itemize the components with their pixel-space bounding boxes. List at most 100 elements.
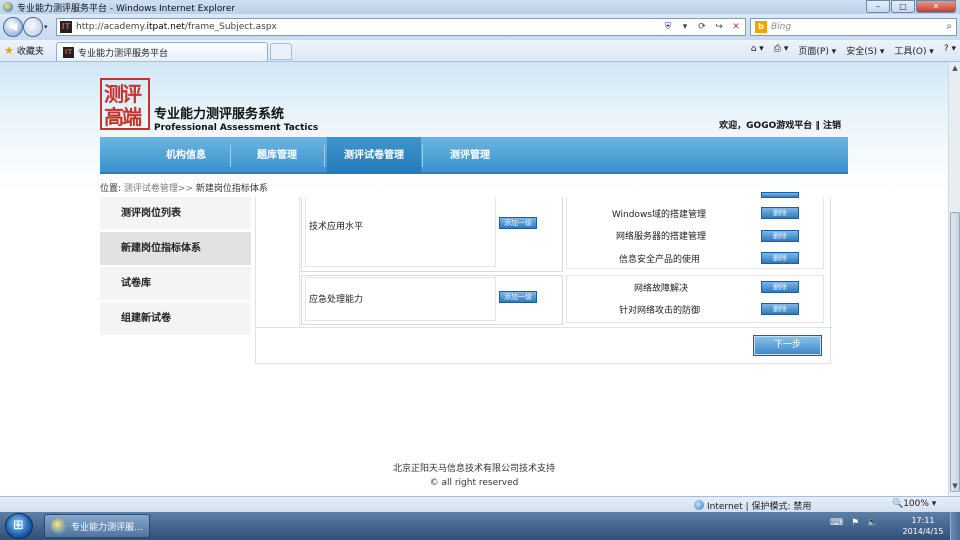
stop-icon[interactable]: ✕ xyxy=(729,20,743,34)
scroll-down-icon[interactable]: ▼ xyxy=(950,482,960,494)
favorites-button[interactable]: ★ 收藏夹 xyxy=(4,44,44,57)
ability-name: 技术应用水平 xyxy=(309,222,364,232)
system-tray: ⌨ ⚑ 🔈 xyxy=(830,518,886,528)
keyboard-icon[interactable]: ⌨ xyxy=(830,518,843,528)
start-button[interactable] xyxy=(5,513,33,539)
help-icon[interactable]: ? ▾ xyxy=(944,44,956,57)
subitem-label: 网络服务器的搭建管理 xyxy=(615,232,706,242)
subitem-label: 网络故障解决 xyxy=(633,284,688,294)
tab-title: 专业能力测评服务平台 xyxy=(78,48,169,59)
search-placeholder[interactable]: Bing xyxy=(771,22,791,32)
window-title: 专业能力测评服务平台 - Windows Internet Explorer xyxy=(17,3,236,14)
site-favicon-icon: IT xyxy=(60,21,72,33)
star-icon: ★ xyxy=(4,44,14,57)
status-bar: Internet | 保护模式: 禁用 🔍100% ▾ xyxy=(0,496,960,512)
subitem-label: Windows域的搭建管理 xyxy=(611,210,706,220)
address-dropdown-icon[interactable]: ▾ xyxy=(678,20,692,34)
nav-paper-management[interactable]: 测评试卷管理 xyxy=(327,137,421,174)
globe-icon xyxy=(694,500,704,510)
nav-question-bank[interactable]: 题库管理 xyxy=(232,137,322,174)
clock-time: 17:11 xyxy=(911,516,935,525)
window-controls: – □ ✕ xyxy=(865,0,956,13)
delete-button[interactable]: 删除 xyxy=(761,230,799,242)
compat-view-icon[interactable]: ⛨ xyxy=(661,20,675,34)
sidebar-item-paper-library[interactable]: 试卷库 xyxy=(100,267,251,301)
print-icon[interactable]: ⎙ ▾ xyxy=(774,44,789,57)
web-page: 测评 高端 专业能力测评服务系统 Professional Assessment… xyxy=(0,62,948,496)
close-button[interactable]: ✕ xyxy=(916,0,956,13)
delete-button[interactable] xyxy=(761,192,799,198)
flag-icon[interactable]: ⚑ xyxy=(851,518,859,528)
scroll-up-icon[interactable]: ▲ xyxy=(950,64,960,76)
command-menu: ⌂ ▾ ⎙ ▾ 页面(P) ▾ 安全(S) ▾ 工具(O) ▾ ? ▾ xyxy=(741,44,956,57)
footer-company: 北京正阳天马信息技术有限公司技术支持 xyxy=(392,464,555,474)
page-footer: 北京正阳天马信息技术有限公司技术支持 © all right reserved xyxy=(0,462,948,490)
nav-assessment-management[interactable]: 测评管理 xyxy=(424,137,516,174)
search-box[interactable]: b Bing ⌕ xyxy=(750,18,957,36)
zoom-level[interactable]: 🔍100% ▾ xyxy=(892,499,936,509)
minimize-button[interactable]: – xyxy=(866,0,890,13)
menu-safety[interactable]: 安全(S) ▾ xyxy=(846,44,884,57)
volume-icon[interactable]: 🔈 xyxy=(867,518,878,528)
site-name-en: Professional Assessment Tactics xyxy=(154,123,319,133)
url-text[interactable]: http://academy.itpat.net/frame_Subject.a… xyxy=(76,22,277,32)
add-level-button[interactable]: 添加一级 xyxy=(499,217,537,229)
sidebar-item-position-list[interactable]: 测评岗位列表 xyxy=(100,197,251,231)
back-button[interactable]: ◀ xyxy=(3,17,23,37)
form-left-column xyxy=(256,197,300,327)
delete-button[interactable]: 删除 xyxy=(761,303,799,315)
welcome-text[interactable]: 欢迎，GOGO游戏平台 ‖ 注销 xyxy=(719,118,841,131)
new-tab-button[interactable] xyxy=(270,43,292,60)
breadcrumb-prefix: 位置: xyxy=(100,184,124,194)
browser-tab[interactable]: IT 专业能力测评服务平台 xyxy=(56,42,268,61)
ability-name-box xyxy=(305,197,496,267)
command-bar: ★ 收藏夹 IT 专业能力测评服务平台 ⌂ ▾ ⎙ ▾ 页面(P) ▾ 安全(S… xyxy=(0,40,960,62)
site-title: 专业能力测评服务系统 Professional Assessment Tacti… xyxy=(154,103,318,133)
breadcrumb: 位置: 测评试卷管理>> 新建岗位指标体系 xyxy=(100,181,268,194)
scroll-thumb[interactable] xyxy=(950,212,960,492)
sidebar-item-new-index-system[interactable]: 新建岗位指标体系 xyxy=(100,232,251,266)
go-icon[interactable]: ↪ xyxy=(712,20,726,34)
breadcrumb-current: 新建岗位指标体系 xyxy=(193,184,268,194)
next-step-button[interactable]: 下一步 xyxy=(753,335,822,356)
nav-org-info[interactable]: 机构信息 xyxy=(142,137,230,174)
vertical-scrollbar[interactable]: ▲ ▼ xyxy=(948,62,960,496)
svg-text:测评: 测评 xyxy=(104,82,142,106)
show-desktop-button[interactable] xyxy=(950,512,960,540)
ie-icon xyxy=(51,518,67,534)
address-bar[interactable]: IT http://academy.itpat.net/frame_Subjec… xyxy=(56,18,746,36)
address-toolbar: ◀ ▶ ▾ IT http://academy.itpat.net/frame_… xyxy=(0,14,960,40)
security-zone[interactable]: Internet | 保护模式: 禁用 xyxy=(694,499,811,512)
add-level-button[interactable]: 添加一级 xyxy=(499,291,537,303)
ability-name: 应急处理能力 xyxy=(309,295,364,305)
maximize-button[interactable]: □ xyxy=(891,0,915,13)
nav-divider xyxy=(230,145,231,167)
nav-divider xyxy=(324,145,325,167)
delete-button[interactable]: 删除 xyxy=(761,252,799,264)
sidebar-item-build-paper[interactable]: 组建新试卷 xyxy=(100,302,251,336)
menu-page[interactable]: 页面(P) ▾ xyxy=(798,44,836,57)
bing-icon: b xyxy=(755,21,767,33)
history-dropdown-icon[interactable]: ▾ xyxy=(44,23,48,31)
home-icon[interactable]: ⌂ ▾ xyxy=(751,44,764,57)
site-logo-seal: 测评 高端 xyxy=(100,78,150,130)
refresh-icon[interactable]: ⟳ xyxy=(695,20,709,34)
search-icon[interactable]: ⌕ xyxy=(946,21,952,32)
index-form-panel: 技术应用水平 添加一级 Windows域的搭建管理 删除 网络服务器的搭建管理 … xyxy=(255,192,832,364)
subitem-label: 信息安全产品的使用 xyxy=(618,255,700,265)
tab-favicon-icon: IT xyxy=(63,46,74,58)
main-nav: 机构信息 题库管理 测评试卷管理 测评管理 xyxy=(100,137,848,174)
menu-tools[interactable]: 工具(O) ▾ xyxy=(894,44,934,57)
forward-button[interactable]: ▶ xyxy=(23,17,43,37)
sidebar: 测评岗位列表 新建岗位指标体系 试卷库 组建新试卷 xyxy=(100,197,251,337)
site-name-cn: 专业能力测评服务系统 xyxy=(154,107,285,122)
favorites-label: 收藏夹 xyxy=(16,47,44,57)
delete-button[interactable]: 删除 xyxy=(761,207,799,219)
breadcrumb-link[interactable]: 测评试卷管理>> xyxy=(124,184,193,194)
delete-button[interactable]: 删除 xyxy=(761,281,799,293)
zone-text: Internet | 保护模式: 禁用 xyxy=(707,502,812,512)
clock[interactable]: 17:11 2014/4/15 xyxy=(900,515,946,537)
nav-divider xyxy=(422,145,423,167)
taskbar-ie-button[interactable]: 专业能力测评服... xyxy=(44,514,150,538)
svg-text:高端: 高端 xyxy=(104,105,142,129)
